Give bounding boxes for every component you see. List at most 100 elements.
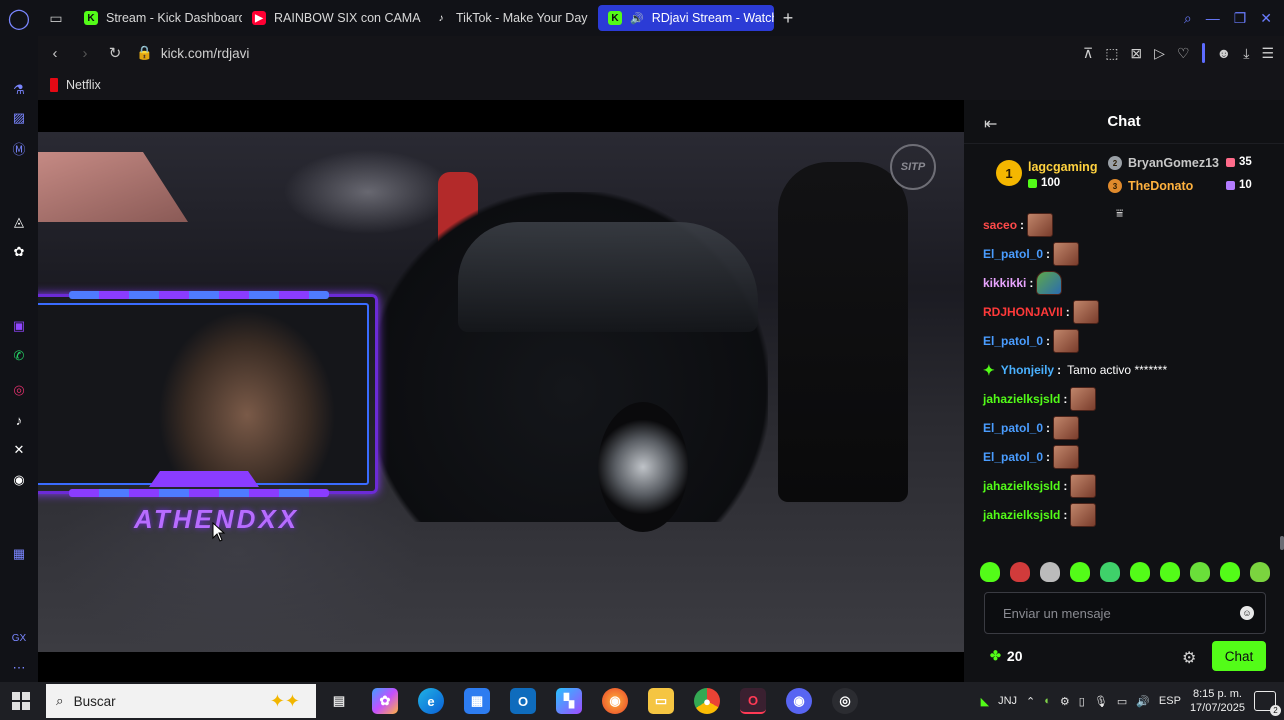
chat-emote[interactable] [1053, 329, 1080, 353]
tray-security-icon[interactable]: ⚙ [1060, 695, 1070, 708]
url-field[interactable]: 🔒 kick.com/rdjavi [136, 45, 249, 61]
store-icon[interactable]: ▦ [464, 688, 490, 714]
emoji-picker-icon[interactable]: ☺ [1240, 606, 1254, 620]
network-icon[interactable]: ▭ [1117, 695, 1127, 708]
chatgpt-icon[interactable]: ◬ [9, 212, 29, 232]
chrome-icon[interactable]: ● [694, 688, 720, 714]
twitch-icon[interactable]: ▣ [9, 316, 29, 336]
search-icon[interactable]: ⌕ [1184, 10, 1192, 27]
edge-icon[interactable]: e [418, 688, 444, 714]
play-icon[interactable]: ▷ [1154, 45, 1165, 62]
taskbar-search[interactable]: ⌕ Buscar ✦✦ [46, 684, 316, 718]
adblock-icon[interactable]: ⊠ [1130, 45, 1142, 62]
chat-username[interactable]: jahazielksjsld [983, 392, 1060, 406]
chat-username[interactable]: Yhonjeily [1001, 363, 1054, 377]
back-icon[interactable]: ‹ [42, 40, 68, 66]
chat-username[interactable]: El_patol_0 [983, 334, 1043, 348]
chat-username[interactable]: kikkikki [983, 276, 1026, 290]
extension-icon[interactable]: ▦ [9, 544, 29, 564]
quick-emote[interactable] [1130, 562, 1150, 582]
aria-icon[interactable]: ⚗ [9, 80, 29, 100]
close-icon[interactable]: ✕ [1260, 10, 1272, 27]
chat-emote[interactable] [1036, 271, 1063, 295]
microphone-icon[interactable]: 🎙 [1094, 695, 1108, 708]
tray-chevron-icon[interactable]: ⌃ [1026, 695, 1035, 708]
tab-tiktok[interactable]: ♪ TikTok - Make Your Day [424, 5, 598, 31]
restore-icon[interactable]: ❐ [1234, 10, 1247, 27]
minimize-icon[interactable]: — [1206, 10, 1220, 26]
heart-icon[interactable]: ♡ [1177, 45, 1190, 62]
stream-video-player[interactable]: SITP ATHENDXX [38, 100, 964, 682]
tray-app-icon[interactable]: ◐ [1044, 695, 1051, 707]
file-explorer-icon[interactable]: ▭ [648, 688, 674, 714]
tray-lang-primary[interactable]: JNJ [998, 695, 1017, 707]
chat-emote[interactable] [1053, 416, 1080, 440]
reload-icon[interactable]: ↻ [102, 40, 128, 66]
chat-username[interactable]: saceo [983, 218, 1017, 232]
volume-icon[interactable]: 🔊 [1136, 695, 1150, 708]
leader-3-name[interactable]: TheDonato [1128, 179, 1193, 193]
quick-emote[interactable] [1100, 562, 1120, 582]
chat-emote[interactable] [1053, 445, 1080, 469]
windows-start-icon[interactable] [12, 692, 30, 710]
clock[interactable]: 8:15 p. m. 17/07/2025 [1190, 687, 1245, 715]
new-tab-button[interactable]: + [776, 6, 800, 30]
firefox-icon[interactable]: ◉ [602, 688, 628, 714]
channel-points[interactable]: ✤ 20 [990, 648, 1022, 664]
download-icon[interactable]: ⤓ [1243, 45, 1249, 62]
language-indicator[interactable]: ESP [1159, 695, 1181, 707]
bookmark-netflix[interactable]: Netflix [66, 78, 101, 92]
quick-emote[interactable] [1040, 562, 1060, 582]
chat-emote[interactable] [1053, 242, 1080, 266]
discord-icon[interactable]: ◉ [786, 688, 812, 714]
crypto-wallet-icon[interactable]: ▨ [9, 108, 29, 128]
tray-usb-icon[interactable]: ▯ [1079, 695, 1085, 708]
quick-emote[interactable] [1220, 562, 1240, 582]
leader-1-name[interactable]: lagcgaming [1028, 160, 1097, 174]
collapse-chat-icon[interactable]: ⇤ [984, 114, 997, 134]
quick-emote[interactable] [1190, 562, 1210, 582]
chat-emote[interactable] [1070, 503, 1097, 527]
chat-scrollbar[interactable] [1280, 536, 1284, 550]
x-icon[interactable]: ✕ [9, 440, 29, 460]
copilot-icon[interactable]: ✿ [372, 688, 398, 714]
outlook-icon[interactable]: O [510, 688, 536, 714]
chat-username[interactable]: RDJHONJAVII [983, 305, 1063, 319]
obs-icon[interactable]: ◎ [832, 688, 858, 714]
chat-emote[interactable] [1070, 474, 1097, 498]
chat-emote[interactable] [1070, 387, 1097, 411]
chat-username[interactable]: El_patol_0 [983, 247, 1043, 261]
tab-rainbow-six[interactable]: ▶ RAINBOW SIX con CAMA [242, 5, 424, 31]
snapshot-icon[interactable]: ⬚ [1105, 45, 1118, 62]
gx-icon[interactable]: GX [9, 628, 29, 648]
nvidia-icon[interactable]: ◣ [981, 695, 989, 708]
messenger-icon[interactable]: Ⓜ [9, 138, 29, 158]
chat-emote[interactable] [1027, 213, 1054, 237]
more-icon[interactable]: ⋯ [9, 658, 29, 678]
quick-emote[interactable] [1070, 562, 1090, 582]
menu-icon[interactable]: ☰ [1261, 45, 1274, 62]
quick-emote[interactable] [1010, 562, 1030, 582]
chat-username[interactable]: jahazielksjsld [983, 508, 1060, 522]
forward-icon[interactable]: › [72, 40, 98, 66]
app-icon[interactable]: ▚ [556, 688, 582, 714]
instagram-icon[interactable]: ◎ [9, 380, 29, 400]
chat-message-input[interactable]: Enviar un mensaje [984, 592, 1266, 634]
pin-icon[interactable]: ⊼ [1083, 45, 1093, 62]
chat-username[interactable]: jahazielksjsld [983, 479, 1060, 493]
chat-username[interactable]: El_patol_0 [983, 421, 1043, 435]
browser-logo-icon[interactable]: ◯ [0, 0, 38, 36]
chat-settings-icon[interactable]: ⚙ [1182, 648, 1196, 668]
tiktok-icon[interactable]: ♪ [9, 410, 29, 430]
opera-gx-icon[interactable]: O [740, 688, 766, 714]
discord-icon[interactable]: ◉ [9, 470, 29, 490]
whatsapp-icon[interactable]: ✆ [9, 346, 29, 366]
task-view-icon[interactable]: ▤ [326, 688, 352, 714]
leader-2-name[interactable]: BryanGomez13 [1128, 156, 1219, 170]
quick-emote[interactable] [1160, 562, 1180, 582]
quick-emote[interactable] [1250, 562, 1270, 582]
profile-avatar-icon[interactable]: ☻ [1217, 45, 1232, 61]
tab-manager-icon[interactable]: ▭ [38, 0, 74, 36]
chat-send-button[interactable]: Chat [1212, 641, 1266, 671]
tab-rdjavi-stream[interactable]: K 🔊 RDjavi Stream - Watch [598, 5, 774, 31]
